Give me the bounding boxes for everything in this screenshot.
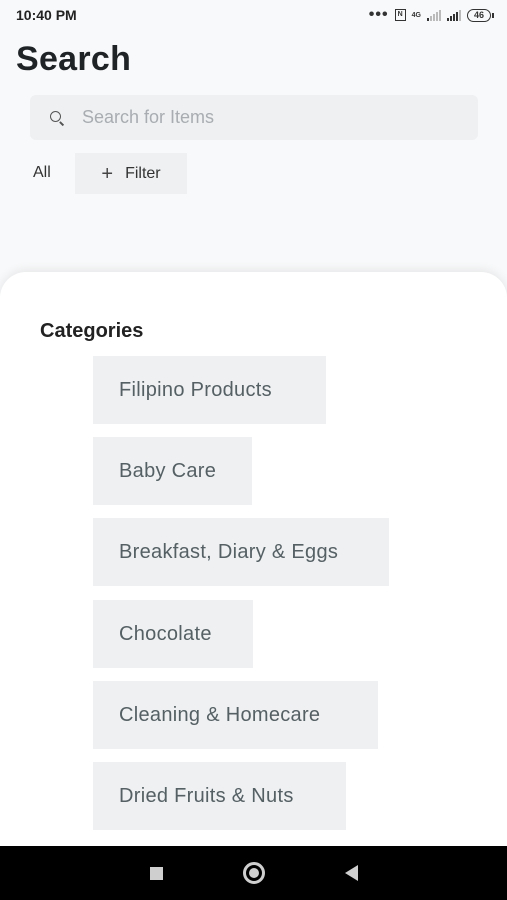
category-label: Chocolate bbox=[119, 622, 212, 645]
search-icon bbox=[50, 110, 64, 125]
search-bar[interactable] bbox=[30, 95, 478, 140]
category-item-baby-care[interactable]: Baby Care bbox=[93, 437, 252, 505]
all-filter-tab[interactable]: All bbox=[33, 164, 51, 182]
category-item-chocolate[interactable]: Chocolate bbox=[93, 600, 253, 668]
status-icons: ••• N 4G 46 bbox=[368, 6, 495, 23]
category-item-breakfast-diary-eggs[interactable]: Breakfast, Diary & Eggs bbox=[93, 518, 389, 586]
category-label: Baby Care bbox=[119, 459, 217, 482]
home-icon[interactable] bbox=[242, 862, 265, 884]
category-item-filipino-products[interactable]: Filipino Products bbox=[93, 356, 326, 424]
category-label: Dried Fruits & Nuts bbox=[119, 784, 294, 807]
network-type-icon: 4G bbox=[411, 11, 421, 19]
notification-app-icon: N bbox=[394, 9, 406, 21]
category-item-dried-fruits-nuts[interactable]: Dried Fruits & Nuts bbox=[93, 762, 346, 830]
categories-title: Categories bbox=[40, 320, 144, 342]
filter-button-label: Filter bbox=[125, 164, 161, 182]
status-time: 10:40 PM bbox=[16, 7, 77, 23]
page-title: Search bbox=[16, 40, 132, 78]
battery-icon: 46 bbox=[466, 8, 495, 22]
plus-icon: + bbox=[101, 162, 114, 185]
back-icon[interactable] bbox=[344, 865, 358, 881]
system-nav-bar bbox=[0, 846, 507, 900]
signal-icon-secondary bbox=[426, 9, 441, 21]
search-input[interactable] bbox=[80, 106, 444, 129]
filter-button[interactable]: + Filter bbox=[75, 153, 187, 194]
category-label: Breakfast, Diary & Eggs bbox=[119, 540, 339, 563]
categories-sheet: Categories Filipino Products Baby Care B… bbox=[0, 272, 507, 846]
signal-icon bbox=[446, 9, 461, 21]
category-item-cleaning-homecare[interactable]: Cleaning & Homecare bbox=[93, 681, 378, 749]
recents-icon[interactable] bbox=[149, 866, 163, 880]
more-notifications-icon: ••• bbox=[368, 6, 389, 23]
category-label: Cleaning & Homecare bbox=[119, 703, 321, 726]
category-label: Filipino Products bbox=[119, 378, 272, 401]
status-bar: 10:40 PM ••• N 4G 46 bbox=[0, 0, 507, 30]
